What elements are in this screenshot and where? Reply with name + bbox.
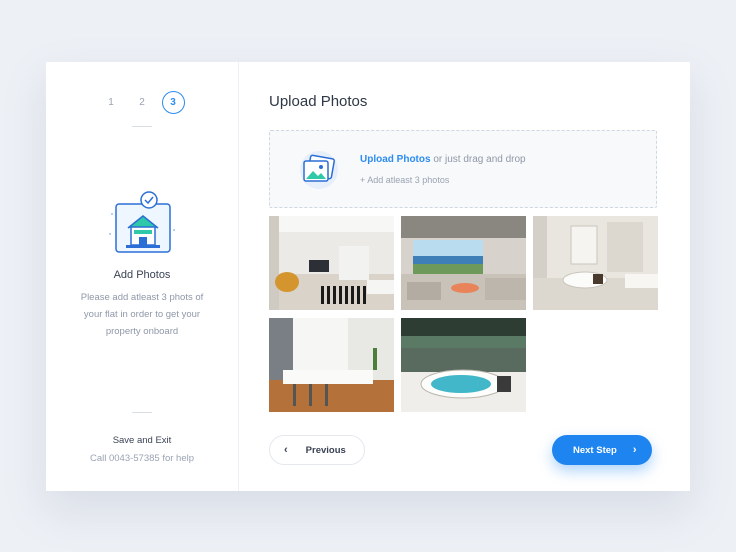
photo-thumbnail[interactable] [269,216,394,310]
chevron-left-icon: ‹ [284,444,288,456]
previous-button[interactable]: ‹ Previous [269,435,365,465]
divider [132,412,152,413]
dropzone-instruction: or just drag and drop [430,154,526,165]
sidebar-description: Please add atleast 3 phots of your flat … [80,292,204,337]
stepper: 1 2 3 [46,91,238,114]
step-3[interactable]: 3 [161,91,185,114]
house-photo-check-icon [109,191,175,253]
sidebar-title: Add Photos [113,269,171,281]
next-step-label: Next Step [573,444,617,456]
save-exit-link[interactable]: Save and Exit [46,435,238,446]
page-title: Upload Photos [269,93,368,110]
previous-label: Previous [305,444,346,456]
lounge-photo [401,216,526,310]
sidebar: 1 2 3 Add Photos Please add atleast 3 ph… [46,62,239,491]
dropzone-text: Upload Photos or just drag and drop [360,154,526,165]
step-2[interactable]: 2 [131,91,154,114]
photo-thumbnail[interactable] [401,216,526,310]
upload-photos-link[interactable]: Upload Photos [360,154,431,165]
help-text: Call 0043-57385 for help [89,453,195,464]
living-room-photo [269,216,394,310]
bathroom-photo [533,216,658,310]
kitchen-photo [269,318,394,412]
divider [132,126,152,127]
chevron-right-icon: › [632,444,637,456]
step-1[interactable]: 1 [100,91,123,114]
photo-thumbnail[interactable] [269,318,394,412]
photos-icon [300,151,338,189]
photo-thumbnail[interactable] [401,318,526,412]
dropzone-hint: + Add atleast 3 photos [360,175,450,185]
next-step-button[interactable]: Next Step › [552,435,652,465]
upload-dropzone[interactable]: Upload Photos or just drag and drop + Ad… [269,130,657,208]
photo-thumbnail[interactable] [533,216,658,310]
main-panel: Upload Photos Upload Photos or just drag… [239,62,690,491]
jacuzzi-photo [401,318,526,412]
upload-card: 1 2 3 Add Photos Please add atleast 3 ph… [46,62,690,491]
